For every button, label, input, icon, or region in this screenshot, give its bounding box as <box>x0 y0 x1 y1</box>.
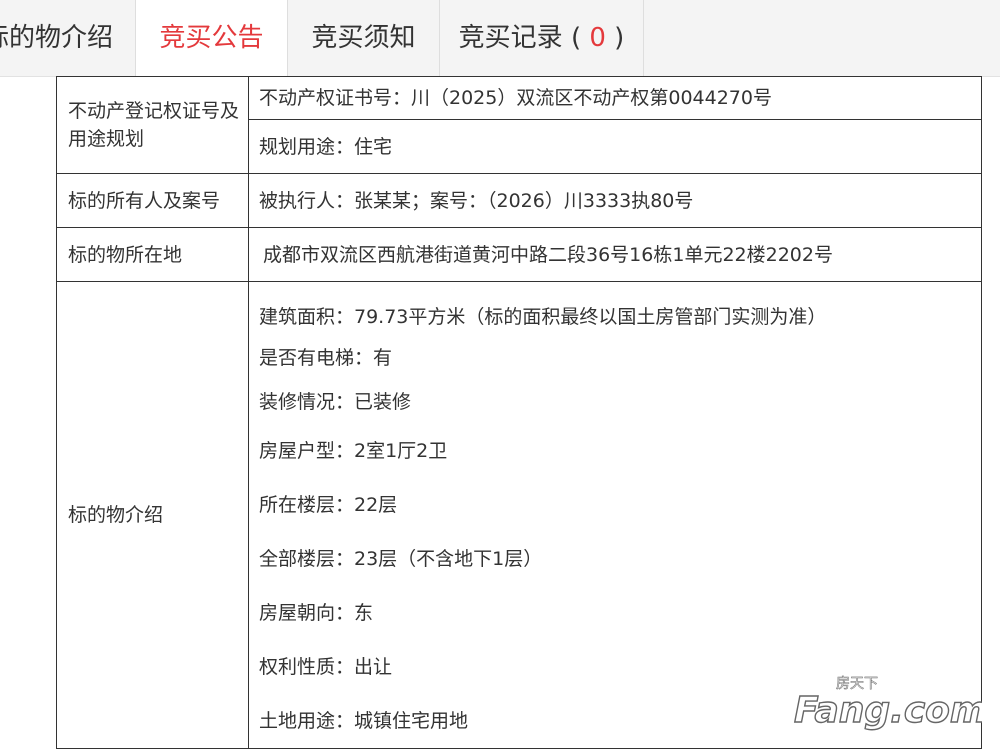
location-value: 成都市双流区西航港街道黄河中路二段36号16栋1单元22楼2202号 <box>263 243 833 266</box>
planned-usage: 规划用途：住宅 <box>259 135 393 158</box>
table-row-location: 标的物所在地 成都市双流区西航港街道黄河中路二段36号16栋1单元22楼2202… <box>56 227 982 282</box>
owner-value: 被执行人：张某某；案号：（2026）川3333执80号 <box>259 189 694 212</box>
list-item: 建筑面积：79.73平方米（标的面积最终以国土房管部门实测为准） <box>259 306 827 328</box>
tab-bar: 标的物介绍 竞买公告 竞买须知 竞买记录 ( 0 ) <box>0 0 1000 77</box>
fang-watermark-logo: 房天下 Fang.com <box>793 676 982 732</box>
tab-records-label: 竞买记录 <box>458 23 563 53</box>
watermark-brand-text: Fang.com <box>794 690 982 731</box>
owner-label: 标的所有人及案号 <box>68 189 221 212</box>
tab-notice[interactable]: 竞买须知 <box>288 0 440 76</box>
list-item: 房屋朝向：东 <box>259 602 374 624</box>
location-label-cell: 标的物所在地 <box>56 227 249 282</box>
table-row-cert: 不动产登记权证号及用途规划 不动产权证书号：川（2025）双流区不动产权第004… <box>56 76 982 174</box>
tab-item-intro[interactable]: 标的物介绍 <box>0 0 136 76</box>
intro-label-cell: 标的物介绍 <box>56 281 249 749</box>
cert-number-cell: 不动产权证书号：川（2025）双流区不动产权第0044270号 <box>248 76 982 120</box>
list-item: 所在楼层：22层 <box>259 494 398 516</box>
location-value-cell: 成都市双流区西航港街道黄河中路二段36号16栋1单元22楼2202号 <box>248 227 982 282</box>
list-item: 房屋户型：2室1厅2卫 <box>259 440 448 462</box>
planned-usage-cell: 规划用途：住宅 <box>248 119 982 174</box>
list-item: 是否有电梯：有 <box>259 347 393 369</box>
property-info-table: 不动产登记权证号及用途规划 不动产权证书号：川（2025）双流区不动产权第004… <box>56 76 982 749</box>
tab-announcement[interactable]: 竞买公告 <box>136 0 288 77</box>
intro-label: 标的物介绍 <box>68 504 164 526</box>
owner-value-cell: 被执行人：张某某；案号：（2026）川3333执80号 <box>248 173 982 228</box>
tab-announcement-label: 竞买公告 <box>159 23 264 53</box>
list-item: 全部楼层：23层（不含地下1层） <box>259 548 543 570</box>
page: 标的物介绍 竞买公告 竞买须知 竞买记录 ( 0 ) 不动产登记权证号及用途规划… <box>0 0 1000 750</box>
cert-label-cell: 不动产登记权证号及用途规划 <box>56 76 249 174</box>
tab-records-open-paren: ( <box>570 23 582 53</box>
tab-records-close-paren: ) <box>614 23 625 53</box>
tab-bid-records[interactable]: 竞买记录 ( 0 ) <box>440 0 644 76</box>
owner-label-cell: 标的所有人及案号 <box>56 173 249 228</box>
cert-label: 不动产登记权证号及用途规划 <box>68 100 240 150</box>
tab-records-count: 0 <box>589 23 606 53</box>
location-label: 标的物所在地 <box>68 243 183 266</box>
list-item: 装修情况：已装修 <box>259 391 412 413</box>
cert-number: 不动产权证书号：川（2025）双流区不动产权第0044270号 <box>259 87 772 109</box>
table-row-owner: 标的所有人及案号 被执行人：张某某；案号：（2026）川3333执80号 <box>56 173 982 228</box>
tab-notice-label: 竞买须知 <box>311 23 416 53</box>
tab-intro-label: 标的物介绍 <box>0 23 113 53</box>
